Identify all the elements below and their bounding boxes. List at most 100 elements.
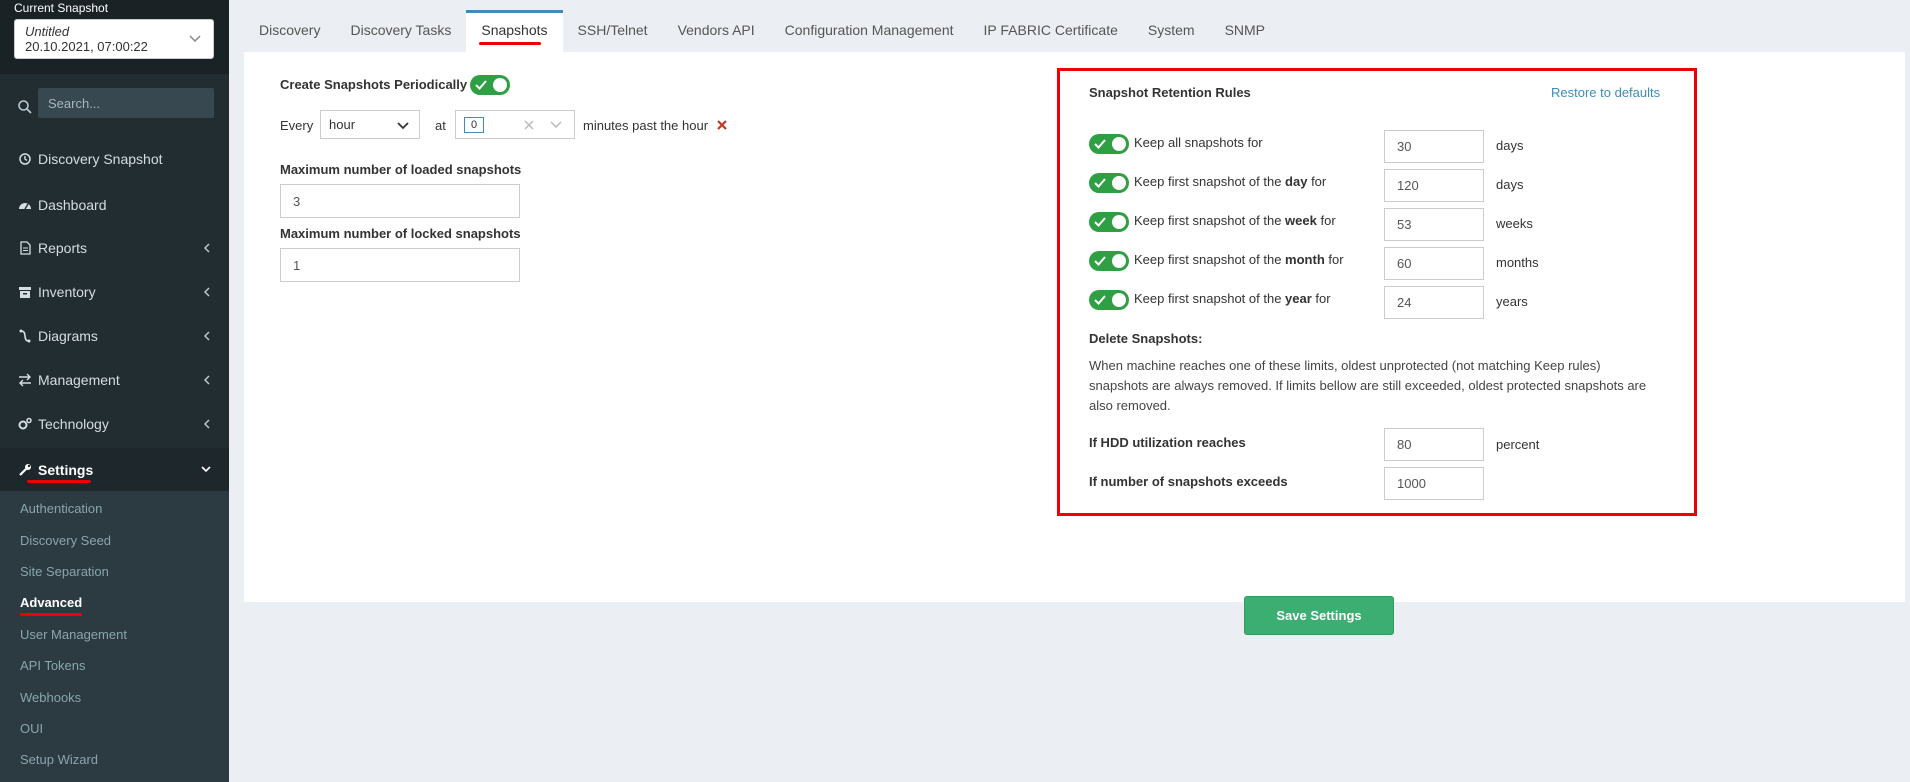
dashboard-icon	[19, 203, 31, 210]
clear-icon[interactable]	[524, 120, 534, 130]
sidebar: Current Snapshot Untitled 20.10.2021, 07…	[0, 0, 229, 782]
sidebar-item-diagrams[interactable]: Diagrams	[0, 316, 229, 356]
search-icon	[18, 100, 32, 114]
sidebar-item-inventory[interactable]: Inventory	[0, 272, 229, 312]
toggle-knob	[493, 78, 507, 92]
submenu-item-advanced[interactable]: Advanced	[20, 595, 82, 610]
delete-snapshots-title: Delete Snapshots:	[1089, 331, 1203, 346]
tab-snapshots[interactable]: Snapshots	[466, 10, 563, 52]
snapshots-highlight-underline	[479, 42, 542, 45]
rule-toggle-all[interactable]	[1089, 134, 1129, 154]
check-icon	[1094, 217, 1106, 227]
sidebar-item-settings[interactable]: Settings	[0, 448, 229, 491]
submenu-item-discovery-seed[interactable]: Discovery Seed	[20, 533, 111, 548]
search-input[interactable]	[38, 88, 214, 118]
archive-icon	[19, 287, 31, 298]
chevron-left-icon	[203, 287, 210, 297]
tab-system[interactable]: System	[1133, 10, 1210, 52]
exchange-icon	[19, 373, 31, 387]
toggle-knob	[1112, 176, 1126, 190]
tab-vendors-api[interactable]: Vendors API	[663, 10, 770, 52]
rule-period: year	[1285, 291, 1312, 306]
rule-value-week[interactable]: 53	[1384, 208, 1484, 241]
settings-highlight-underline	[27, 480, 91, 483]
rule-toggle-day[interactable]	[1089, 173, 1129, 193]
toggle-knob	[1112, 215, 1126, 229]
rule-value-day[interactable]: 120	[1384, 169, 1484, 202]
rule-label-day: Keep first snapshot of the day for	[1134, 174, 1326, 189]
sidebar-item-label: Inventory	[38, 284, 96, 300]
sidebar-item-label: Discovery Snapshot	[38, 151, 163, 167]
submenu-item-authentication[interactable]: Authentication	[20, 501, 102, 516]
remove-icon[interactable]	[717, 120, 727, 130]
max-loaded-input[interactable]: 3	[280, 184, 520, 218]
tab-discovery-tasks[interactable]: Discovery Tasks	[335, 10, 466, 52]
chevron-left-icon	[203, 419, 210, 429]
submenu-item-user-management[interactable]: User Management	[20, 627, 127, 642]
rule-period: day	[1285, 174, 1308, 189]
every-label: Every	[280, 118, 314, 133]
rule-text: Keep first snapshot of the	[1134, 174, 1286, 189]
sidebar-item-management[interactable]: Management	[0, 360, 229, 400]
rule-value-month[interactable]: 60	[1384, 247, 1484, 280]
sidebar-item-technology[interactable]: Technology	[0, 404, 229, 444]
submenu-item-setup-wizard[interactable]: Setup Wizard	[20, 752, 98, 767]
check-icon	[1094, 295, 1106, 305]
max-locked-input[interactable]: 1	[280, 248, 520, 282]
rule-toggle-month[interactable]	[1089, 251, 1129, 271]
check-icon	[1094, 256, 1106, 266]
minute-select[interactable]: 0	[455, 110, 575, 139]
sidebar-item-discovery-snapshot[interactable]: Discovery Snapshot	[0, 139, 229, 179]
chevron-down-icon	[189, 35, 201, 43]
tab-snmp[interactable]: SNMP	[1210, 10, 1280, 52]
tab-discovery[interactable]: Discovery	[244, 10, 335, 52]
rule-toggle-week[interactable]	[1089, 212, 1129, 232]
rule-period: week	[1285, 213, 1317, 228]
create-periodically-label: Create Snapshots Periodically	[280, 77, 468, 92]
chevron-down-icon	[550, 121, 562, 129]
hdd-utilization-label: If HDD utilization reaches	[1089, 435, 1246, 450]
snapshot-count-input[interactable]: 1000	[1384, 467, 1484, 500]
rule-text: Keep first snapshot of the	[1134, 252, 1286, 267]
tab-ip-fabric-certificate[interactable]: IP FABRIC Certificate	[969, 10, 1133, 52]
submenu-item-api-tokens[interactable]: API Tokens	[20, 658, 86, 673]
check-icon	[1094, 139, 1106, 149]
submenu-item-webhooks[interactable]: Webhooks	[20, 690, 81, 705]
sidebar-item-label: Diagrams	[38, 328, 98, 344]
rule-text: Keep first snapshot of the	[1134, 213, 1286, 228]
chevron-down-icon	[201, 466, 211, 473]
rule-unit-year: years	[1496, 294, 1528, 309]
submenu-item-site-separation[interactable]: Site Separation	[20, 564, 109, 579]
wrench-icon	[19, 463, 31, 476]
restore-defaults-link[interactable]: Restore to defaults	[1551, 85, 1660, 100]
rule-unit-day: days	[1496, 177, 1524, 192]
save-settings-button[interactable]: Save Settings	[1244, 596, 1394, 635]
rule-toggle-year[interactable]	[1089, 290, 1129, 310]
create-periodically-toggle[interactable]	[470, 75, 510, 95]
sidebar-item-label: Settings	[38, 461, 94, 478]
at-label: at	[435, 118, 446, 133]
rule-unit-all: days	[1496, 138, 1524, 153]
sidebar-item-reports[interactable]: Reports	[0, 228, 229, 268]
sidebar-item-label: Dashboard	[38, 197, 107, 213]
tab-configuration-management[interactable]: Configuration Management	[770, 10, 969, 52]
rule-text: for	[1311, 291, 1331, 306]
max-loaded-label: Maximum number of loaded snapshots	[280, 162, 522, 177]
snapshot-select[interactable]: Untitled 20.10.2021, 07:00:22	[14, 19, 214, 59]
tab-snapshots-label: Snapshots	[481, 22, 548, 38]
toggle-knob	[1112, 293, 1126, 307]
rule-label-week: Keep first snapshot of the week for	[1134, 213, 1336, 228]
sidebar-item-dashboard[interactable]: Dashboard	[0, 185, 229, 225]
rule-value-year[interactable]: 24	[1384, 286, 1484, 319]
delete-snapshots-description: When machine reaches one of these limits…	[1089, 358, 1647, 413]
every-select-value: hour	[329, 117, 356, 132]
rule-value-all[interactable]: 30	[1384, 130, 1484, 163]
settings-submenu: Authentication Discovery Seed Site Separ…	[0, 491, 229, 782]
submenu-item-oui[interactable]: OUI	[20, 721, 43, 736]
minute-select-value: 0	[464, 116, 485, 133]
hdd-utilization-input[interactable]: 80	[1384, 428, 1484, 461]
tab-ssh-telnet[interactable]: SSH/Telnet	[563, 10, 663, 52]
every-select[interactable]: hour	[320, 110, 420, 139]
rule-period: month	[1285, 252, 1325, 267]
sidebar-item-label: Management	[38, 372, 120, 388]
